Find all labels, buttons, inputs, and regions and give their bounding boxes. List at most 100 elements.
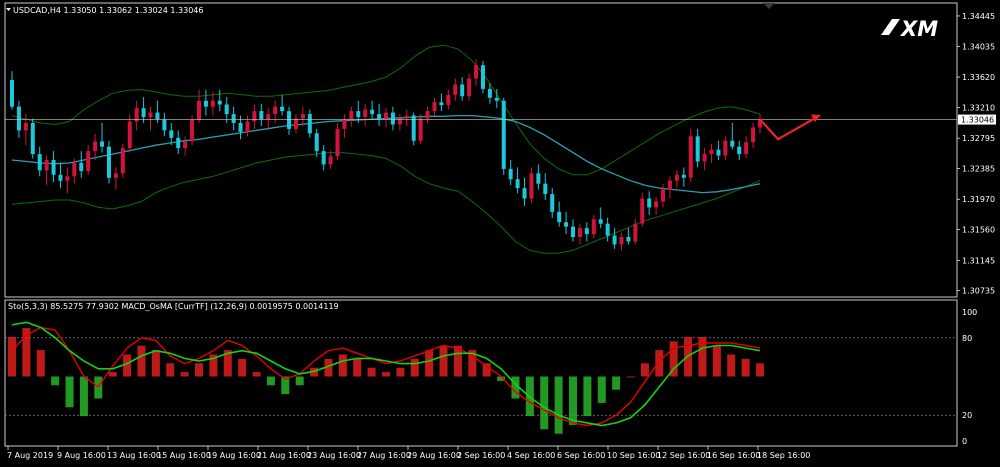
time-tick-label: 10 Sep 16:00 — [607, 451, 660, 460]
candle-body — [293, 118, 298, 129]
candle-body — [307, 114, 312, 134]
level-tick-label: 80 — [962, 334, 972, 343]
level-tick-label: 20 — [962, 411, 972, 420]
candle-body — [321, 151, 326, 165]
candle — [190, 115, 195, 146]
price-tick-label: 1.33210 — [962, 103, 995, 112]
osma-bar — [612, 376, 621, 390]
osma-bar — [540, 376, 549, 430]
candle-body — [210, 100, 215, 107]
candle-body — [30, 122, 35, 155]
osma-bar — [108, 372, 117, 377]
candle-body — [626, 237, 631, 242]
osma-bar — [425, 350, 434, 377]
time-tick-label: 18 Sep 16:00 — [757, 451, 810, 460]
candle — [480, 60, 485, 94]
candle-body — [106, 146, 111, 178]
osma-bar — [367, 367, 376, 377]
candle-body — [709, 149, 714, 155]
candle-body — [79, 162, 84, 172]
price-tick-label: 1.30735 — [962, 287, 995, 296]
candle-body — [37, 154, 42, 171]
osma-bar — [396, 367, 405, 377]
candle-body — [702, 154, 707, 162]
osma-bar — [583, 376, 592, 417]
candle-body — [58, 174, 63, 181]
candle-body — [100, 141, 105, 147]
osma-bar — [195, 363, 203, 377]
candle-body — [508, 168, 513, 180]
time-tick-label: 6 Sep 16:00 — [557, 451, 605, 460]
candle-body — [688, 136, 693, 178]
osma-bar — [180, 372, 189, 377]
candle-body — [667, 180, 672, 190]
candle-body — [384, 112, 388, 119]
candle-body — [93, 141, 98, 152]
symbol-header: USDCAD,H4 1.33050 1.33062 1.33024 1.3304… — [13, 6, 203, 15]
time-tick-label: 16 Sep 16:00 — [707, 451, 760, 460]
osma-bar — [410, 358, 419, 377]
candle-body — [342, 119, 347, 129]
candle-body — [598, 219, 603, 224]
time-tick-label: 15 Aug 16:00 — [157, 451, 211, 460]
candle-body — [730, 140, 735, 147]
osma-bar — [756, 363, 764, 377]
candle-body — [377, 114, 382, 119]
candle-body — [300, 114, 305, 119]
osma-bar — [238, 358, 247, 377]
candle-body — [51, 159, 56, 175]
candle-body — [577, 228, 582, 238]
time-tick-label: 12 Sep 16:00 — [657, 451, 710, 460]
candle-body — [647, 198, 652, 208]
candle-body — [197, 100, 201, 121]
candle-body — [280, 106, 285, 112]
chart-background — [0, 0, 1000, 467]
osma-bar — [36, 350, 45, 377]
time-tick-label: 4 Sep 16:00 — [507, 451, 555, 460]
candle — [106, 140, 111, 184]
candle-body — [474, 65, 479, 79]
osma-bar — [712, 345, 721, 377]
candle-body — [619, 237, 624, 245]
current-price-label: 1.33046 — [961, 116, 994, 125]
time-tick-label: 2 Sep 16:00 — [457, 451, 505, 460]
candle-body — [155, 112, 160, 120]
level-tick-label: 100 — [962, 308, 977, 317]
candle-body — [141, 108, 146, 118]
candle-body — [183, 141, 188, 149]
time-tick-label: 9 Aug 16:00 — [57, 451, 106, 460]
candle-body — [661, 189, 666, 202]
price-tick-label: 1.33620 — [962, 73, 995, 82]
candle-body — [591, 219, 596, 235]
price-tick-label: 1.32385 — [962, 165, 995, 174]
candle — [411, 112, 416, 146]
price-tick-label: 1.31970 — [962, 195, 995, 204]
candle-body — [439, 102, 444, 106]
candle-body — [86, 151, 91, 172]
candle-body — [515, 179, 520, 189]
osma-bar — [353, 358, 362, 377]
candle-body — [695, 136, 700, 162]
osma-bar — [166, 363, 175, 377]
candle-body — [370, 109, 375, 115]
candle-body — [751, 127, 756, 143]
candle-body — [44, 159, 49, 171]
candle-body — [681, 174, 686, 178]
osma-bar — [640, 363, 649, 377]
candle-body — [328, 156, 333, 165]
candle-body — [273, 106, 278, 115]
osma-bar — [8, 336, 16, 377]
time-tick-label: 7 Aug 2019 — [7, 451, 53, 460]
candle-body — [72, 162, 77, 177]
trading-chart: USDCAD,H4 1.33050 1.33062 1.33024 1.3304… — [0, 0, 1000, 467]
osma-bar — [569, 376, 577, 425]
candle-body — [557, 211, 562, 223]
candle-body — [605, 223, 610, 236]
candle — [120, 143, 125, 178]
candle-body — [654, 201, 659, 208]
time-tick-label: 13 Aug 16:00 — [107, 451, 161, 460]
candle-body — [349, 111, 354, 120]
osma-bar — [123, 354, 132, 377]
candle-body — [543, 183, 548, 195]
candle-body — [363, 109, 368, 118]
